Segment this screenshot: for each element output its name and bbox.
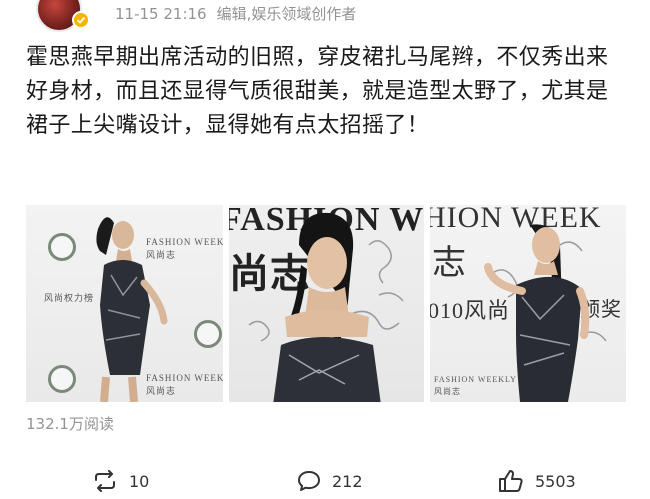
- comment-button[interactable]: 212: [297, 466, 363, 496]
- verified-icon: [72, 11, 90, 29]
- repost-count: 10: [129, 471, 150, 491]
- photo-grid: FASHION WEEKLY 风尚志 风尚权力榜 FASHION WEEKLY …: [0, 205, 650, 402]
- like-button[interactable]: 5503: [498, 466, 576, 496]
- post-source: 编辑,娱乐领域创作者: [216, 5, 357, 23]
- person-figure-2: [273, 212, 381, 402]
- view-count: 132.1万阅读: [26, 415, 114, 433]
- post-header: 11-15 21:16 编辑,娱乐领域创作者: [0, 0, 650, 34]
- action-bar: 10 212 5503: [0, 466, 650, 498]
- photo-2[interactable]: FASHION WE 尚志: [229, 205, 424, 402]
- post-meta: 11-15 21:16 编辑,娱乐领域创作者: [115, 3, 356, 24]
- post-time: 11-15 21:16: [115, 5, 207, 23]
- person-figure-1: [96, 217, 168, 402]
- post-text: 霍思燕早期出席活动的旧照，穿皮裙扎马尾辫，不仅秀出来好身材，而且还显得气质很甜美…: [26, 45, 609, 138]
- person-figure-3: [484, 224, 590, 402]
- repost-icon: [95, 470, 115, 492]
- like-icon: [499, 470, 523, 492]
- comment-icon: [298, 471, 320, 491]
- like-count: 5503: [535, 471, 576, 491]
- photo-3[interactable]: HION WEEK 志 010风尚 颁奖 FASHION WEEKLY 风尚志: [430, 205, 626, 402]
- photo-1[interactable]: FASHION WEEKLY 风尚志 风尚权力榜 FASHION WEEKLY …: [26, 205, 223, 402]
- repost-button[interactable]: 10: [92, 466, 149, 496]
- comment-count: 212: [332, 471, 363, 491]
